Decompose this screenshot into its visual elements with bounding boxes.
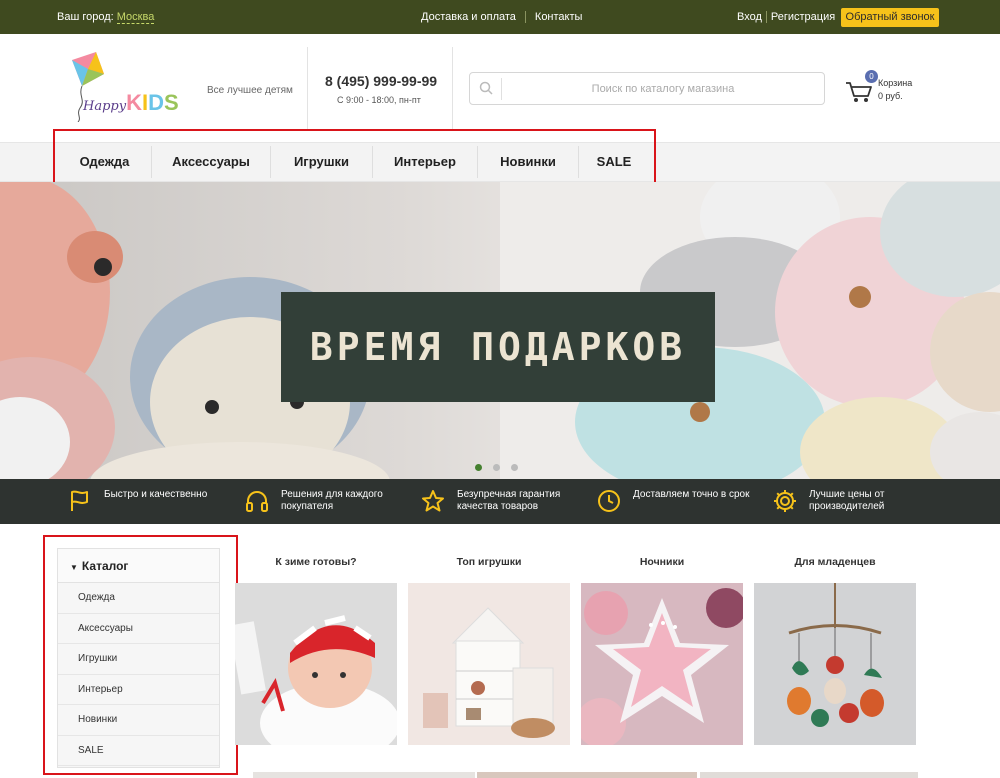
clock-icon bbox=[598, 490, 620, 512]
category-image[interactable] bbox=[408, 583, 570, 745]
cart-icon bbox=[846, 82, 872, 102]
search-input[interactable] bbox=[504, 75, 822, 102]
feature-text: Быстро и качественно bbox=[104, 489, 208, 500]
feature-text: Лучшие цены от производителей bbox=[809, 489, 885, 512]
category-image[interactable] bbox=[235, 583, 397, 745]
highlight-box-sidebar bbox=[43, 535, 238, 775]
tagline: Все лучшее детям bbox=[207, 85, 293, 96]
logo-happy: Happy bbox=[83, 99, 127, 114]
feature-text: Безупречная гарантия качества товаров bbox=[457, 489, 561, 512]
category-title[interactable]: Для младенцев bbox=[754, 556, 916, 576]
banner-title: ВРЕМЯ ПОДАРКОВ bbox=[281, 292, 715, 402]
feature-text: Решения для каждого покупателя bbox=[281, 489, 383, 512]
city-label: Ваш город: bbox=[57, 11, 114, 23]
slider-dot[interactable] bbox=[511, 464, 518, 471]
logo-letter: S bbox=[163, 90, 179, 115]
logo-letter: D bbox=[148, 90, 164, 115]
search-box bbox=[469, 72, 825, 105]
search-divider bbox=[501, 78, 502, 100]
slider-dots bbox=[475, 464, 529, 471]
flag-icon bbox=[71, 490, 88, 511]
category-image[interactable] bbox=[581, 583, 743, 745]
headphones-icon bbox=[246, 491, 268, 512]
next-row-strip bbox=[477, 772, 697, 778]
logo-text: HappyKIDS bbox=[83, 90, 179, 116]
contacts-link[interactable]: Контакты bbox=[526, 11, 592, 23]
callback-button[interactable]: Обратный звонок bbox=[841, 8, 939, 27]
work-hours: С 9:00 - 18:00, пн-пт bbox=[337, 95, 421, 105]
top-bar: Ваш город: Москва Доставка и оплата Конт… bbox=[0, 0, 1000, 34]
category-card[interactable]: Топ игрушки bbox=[408, 556, 570, 745]
cart-label: Корзина bbox=[878, 78, 913, 88]
feature-text: Доставляем точно в срок bbox=[633, 489, 750, 500]
features-strip: Быстро и качественно Решения для каждого… bbox=[0, 479, 1000, 524]
category-card[interactable]: Ночники bbox=[581, 556, 743, 745]
next-row-strip bbox=[253, 772, 475, 778]
city-selector: Ваш город: Москва bbox=[57, 11, 155, 24]
search-icon[interactable] bbox=[479, 81, 493, 95]
highlight-box-nav bbox=[53, 129, 656, 189]
cart-count-badge: 0 bbox=[865, 70, 878, 83]
divider bbox=[307, 47, 308, 129]
delivery-link[interactable]: Доставка и оплата bbox=[421, 11, 526, 23]
phone-number[interactable]: 8 (495) 999-99-99 bbox=[325, 73, 437, 89]
logo-letter: K bbox=[126, 90, 142, 115]
category-title[interactable]: К зиме готовы? bbox=[235, 556, 397, 576]
hero-banner[interactable]: ВРЕМЯ ПОДАРКОВ bbox=[0, 182, 1000, 479]
cart[interactable]: 0 Корзина 0 руб. bbox=[845, 70, 925, 110]
category-title[interactable]: Ночники bbox=[581, 556, 743, 576]
cart-sum: 0 руб. bbox=[878, 91, 903, 101]
gear-icon bbox=[774, 490, 796, 512]
login-link[interactable]: Вход bbox=[737, 11, 767, 23]
slider-dot[interactable] bbox=[475, 464, 482, 471]
next-row-strip bbox=[700, 772, 918, 778]
category-card[interactable]: К зиме готовы? bbox=[235, 556, 397, 745]
category-image[interactable] bbox=[754, 583, 916, 745]
auth-links: Вход Регистрация bbox=[737, 11, 839, 23]
slider-dot[interactable] bbox=[493, 464, 500, 471]
city-link[interactable]: Москва bbox=[116, 11, 155, 24]
category-title[interactable]: Топ игрушки bbox=[408, 556, 570, 576]
divider bbox=[452, 47, 453, 129]
top-nav: Доставка и оплата Контакты bbox=[421, 11, 591, 23]
star-icon bbox=[422, 490, 444, 512]
category-card[interactable]: Для младенцев bbox=[754, 556, 916, 745]
register-link[interactable]: Регистрация bbox=[767, 11, 839, 23]
